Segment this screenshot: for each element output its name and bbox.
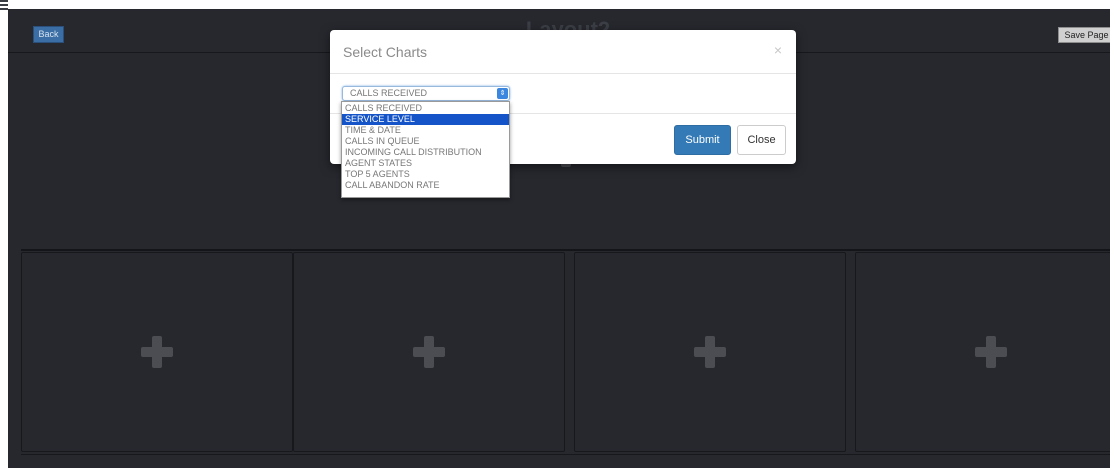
save-page-button[interactable]: Save Page <box>1058 27 1110 43</box>
menu-icon[interactable] <box>0 0 8 12</box>
close-icon[interactable]: × <box>774 42 782 58</box>
dropdown-option[interactable]: CALLS IN QUEUE <box>342 136 509 147</box>
chart-slot-4[interactable] <box>855 252 1110 452</box>
chart-slot-2[interactable] <box>293 252 565 452</box>
dropdown-option[interactable]: SERVICE LEVEL <box>342 114 509 125</box>
dropdown-option[interactable]: CALLS RECEIVED <box>342 103 509 114</box>
chart-select-value: CALLS RECEIVED <box>350 88 428 98</box>
dropdown-option[interactable]: TIME & DATE <box>342 125 509 136</box>
submit-button[interactable]: Submit <box>674 125 731 155</box>
close-button[interactable]: Close <box>737 125 786 155</box>
dropdown-option[interactable]: CALL ABANDON RATE <box>342 180 509 191</box>
dropdown-option[interactable]: AGENT STATES <box>342 158 509 169</box>
chart-select[interactable]: CALLS RECEIVED ⇕ <box>342 86 510 101</box>
chart-slot-bottom <box>21 454 1110 468</box>
plus-icon <box>694 336 726 368</box>
plus-icon <box>141 336 173 368</box>
chart-slot-1[interactable] <box>21 252 293 452</box>
back-button[interactable]: Back <box>33 26 64 43</box>
chart-options-dropdown[interactable]: CALLS RECEIVED SERVICE LEVEL TIME & DATE… <box>341 101 510 198</box>
dropdown-option[interactable]: INCOMING CALL DISTRIBUTION <box>342 147 509 158</box>
plus-icon <box>413 336 445 368</box>
modal-header-divider <box>330 73 796 74</box>
left-strip <box>0 0 8 468</box>
modal-title: Select Charts <box>343 44 428 60</box>
plus-icon <box>975 336 1007 368</box>
dropdown-option[interactable]: TOP 5 AGENTS <box>342 169 509 180</box>
chart-slot-3[interactable] <box>574 252 846 452</box>
select-arrows-icon: ⇕ <box>497 88 508 99</box>
